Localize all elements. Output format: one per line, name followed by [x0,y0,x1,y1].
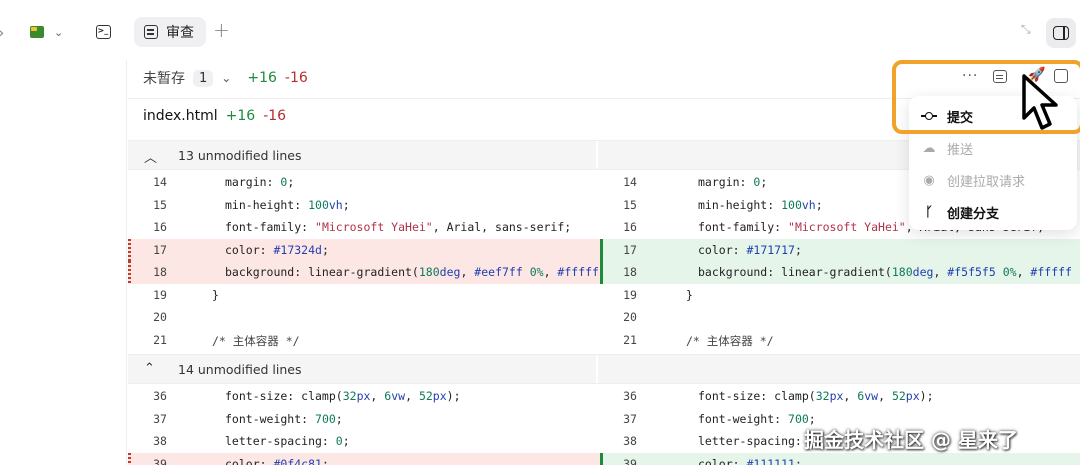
chevron-up-icon[interactable]: ︿ [144,147,157,166]
code-line: } [212,287,219,302]
side-panel-icon [1053,26,1069,40]
line-number: 15 [153,197,167,212]
line-number: 39 [153,456,167,465]
collapse-icon[interactable]: ⤡ [1021,22,1031,37]
project-selector[interactable]: ⌄ [30,20,80,44]
fold-label: 13 unmodified lines [178,148,302,163]
menu-item-push[interactable]: ☁ 推送 [909,132,1077,164]
menu-item-push-label: 推送 [947,142,974,158]
branch-icon: ᚴ [925,204,933,220]
file-additions: +16 [225,108,256,124]
tab-review-label: 审查 [166,25,194,41]
line-number: 19 [623,287,637,302]
code-line: font-weight: 700; [225,411,343,426]
top-bar: › ⌄ >_ 审查 + ⤡ [0,0,1080,62]
line-number: 21 [623,332,637,347]
fold-row[interactable]: ⌃ 14 unmodified lines [128,354,1080,384]
menu-item-create-branch-label: 创建分支 [947,206,1000,222]
code-line: margin: 0; [225,175,295,189]
unstaged-count: 1 [193,69,214,87]
code-line: letter-spacing: 0; [225,434,350,448]
terminal-button[interactable]: >_ [90,19,116,45]
chevron-down-icon: ⌄ [54,25,64,39]
code-line-added: background: linear-gradient(180deg, #f5f… [698,265,1072,279]
diff-row: 21 /* 主体容器 */ 21 /* 主体容器 */ [128,329,1080,352]
code-line-removed: color: #17324d; [225,242,329,257]
code-line: font-family: "Microsoft YaHei", Arial, s… [225,220,572,234]
add-tab-button[interactable]: + [213,18,230,42]
line-number: 17 [153,242,167,257]
code-line-added: color: #171717; [698,242,802,257]
tab-review[interactable]: 审查 [134,17,206,47]
line-number: 14 [623,175,637,189]
line-number: 16 [153,220,167,234]
line-number: 14 [153,175,167,189]
mouse-cursor-icon [1022,74,1058,130]
file-deletions: -16 [263,108,287,124]
code-line-added: color: #111111; [698,456,802,465]
diff-row: 19} 19} [128,284,1080,307]
line-number: 16 [623,220,637,234]
line-number: 18 [623,265,637,279]
expand-icon[interactable]: ⌃ [144,361,155,376]
line-number: 37 [153,411,167,426]
line-number: 36 [153,389,167,403]
file-header[interactable]: index.html +16 -16 [143,108,286,124]
cloud-upload-icon: ☁ [922,140,936,156]
code-line: font-weight: 700; [698,411,816,426]
line-number: 20 [623,310,637,324]
code-line: } [686,287,693,302]
code-line: /* 主体容器 */ [212,333,300,348]
line-number: 36 [623,389,637,403]
line-number: 20 [153,310,167,324]
diff-row-changed: 39 color: #0f4c81; 39 color: #111111; [128,452,1080,465]
file-name: index.html [143,108,218,124]
code-line: margin: 0; [698,175,768,189]
folder-icon [30,26,44,38]
toggle-panel-button[interactable] [1046,18,1076,48]
line-number: 38 [623,434,637,448]
code-line: font-size: clamp(32px, 6vw, 52px); [698,389,934,403]
code-line-removed: background: linear-gradient(180deg, #eef… [225,265,599,279]
code-line: font-size: clamp(32px, 6vw, 52px); [225,389,461,403]
unstaged-label: 未暂存 [143,71,185,87]
changes-header: 未暂存 1 ⌄ +16 -16 [143,66,308,90]
menu-item-create-pr-label: 创建拉取请求 [947,174,1026,190]
sidebar [0,60,127,465]
code-line-removed: color: #0f4c81; [225,456,329,465]
total-additions: +16 [247,70,277,86]
diff-row-changed: 18 background: linear-gradient(180deg, #e… [128,261,1080,284]
line-number: 38 [153,434,167,448]
total-deletions: -16 [284,70,308,86]
line-number: 39 [623,456,637,465]
github-icon: ◉ [923,172,935,188]
diff-row: 20 20 [128,306,1080,329]
line-number: 15 [623,197,637,212]
menu-item-create-pr[interactable]: ◉ 创建拉取请求 [909,164,1077,196]
line-number: 18 [153,265,167,279]
diff-row: 36 font-size: clamp(32px, 6vw, 52px); 36 f… [128,385,1080,408]
line-number: 19 [153,287,167,302]
line-number: 37 [623,411,637,426]
line-number: 17 [623,242,637,257]
diff-row-changed: 17 color: #17324d; 17 color: #171717; [128,238,1080,261]
menu-item-create-branch[interactable]: ᚴ 创建分支 [909,196,1077,228]
code-line: min-height: 100vh; [225,197,350,212]
code-line: /* 主体容器 */ [686,333,774,348]
chevron-down-icon[interactable]: ⌄ [221,71,231,85]
terminal-icon: >_ [95,25,111,39]
review-icon [144,25,158,39]
watermark: 掘金技术社区 @ 星来了 [804,428,1018,452]
line-number: 21 [153,332,167,347]
fold-label: 14 unmodified lines [178,362,302,377]
code-line: min-height: 100vh; [698,197,823,212]
chevron-right-icon[interactable]: › [0,23,4,42]
